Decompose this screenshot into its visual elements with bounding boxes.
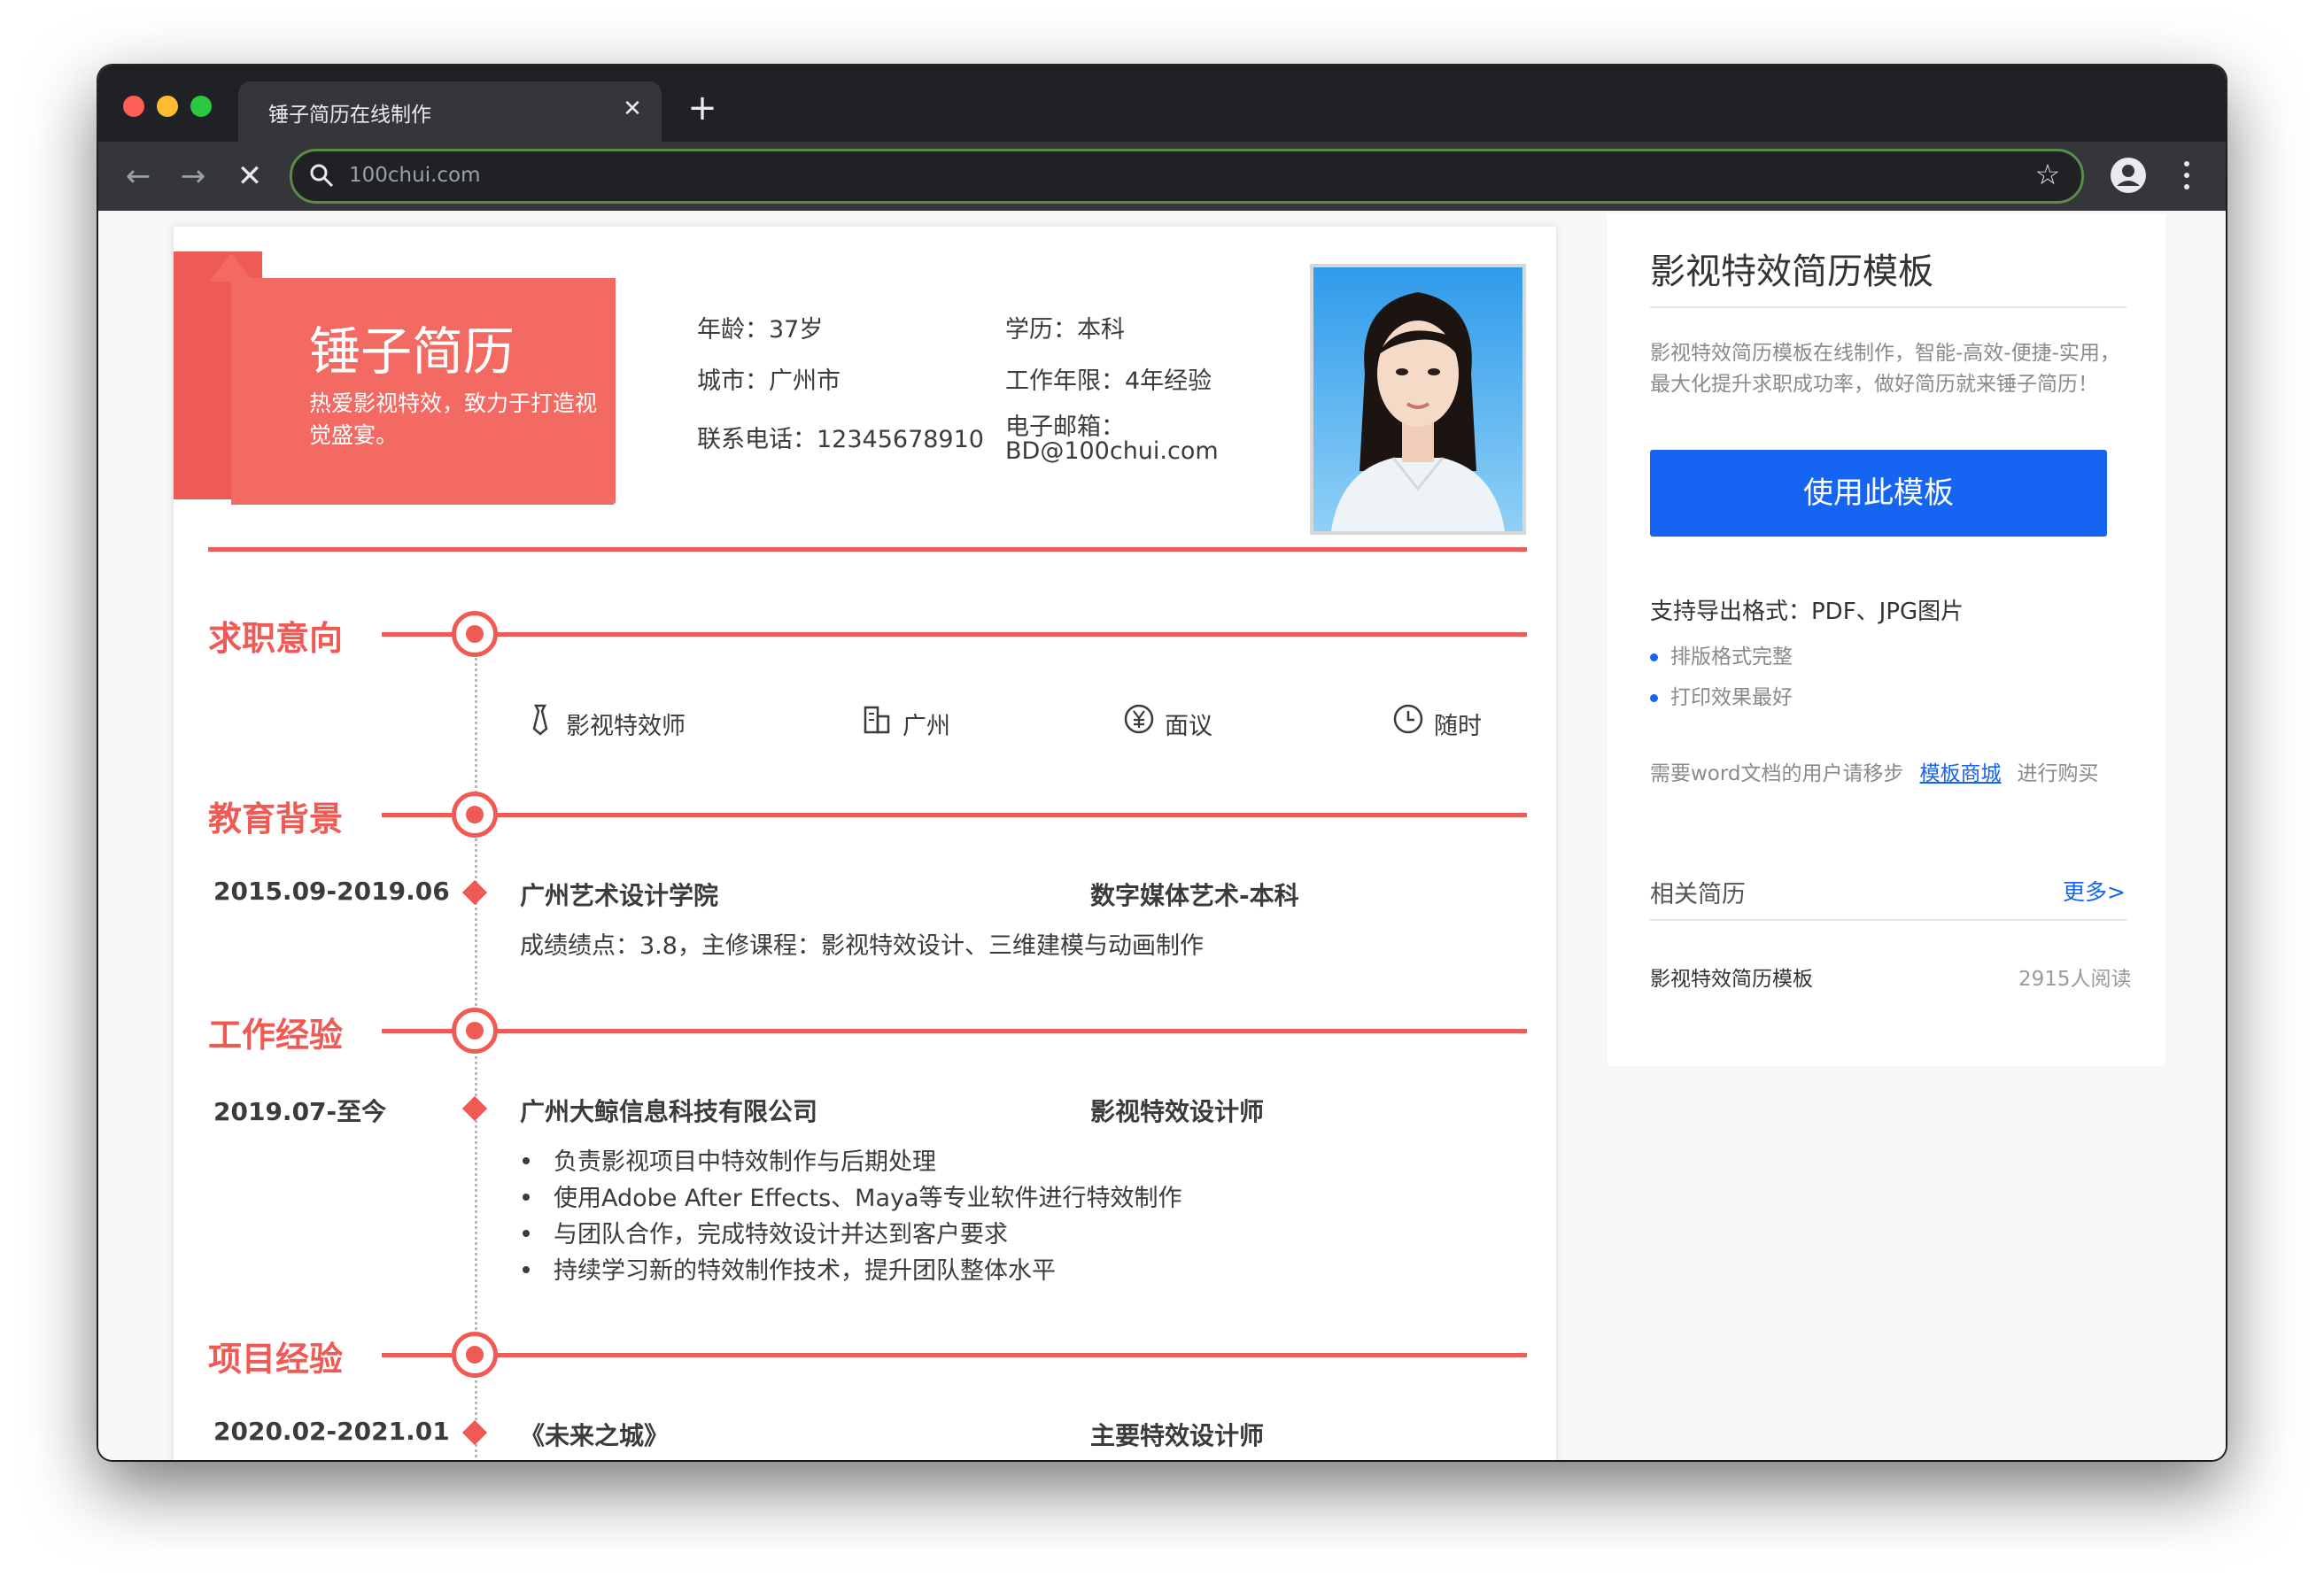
browser-window: 锤子简历在线制作 ✕ + ← → ✕ 100chui.com ☆ 锤子简历 热爱… [98, 66, 2226, 1460]
more-link[interactable]: 更多> [2063, 875, 2126, 907]
resume-name: 锤子简历 [309, 321, 515, 382]
education-major: 数字媒体艺术-本科 [1090, 881, 1299, 910]
project-date: 2020.02-2021.01 [213, 1417, 450, 1446]
related-resumes-heading: 相关简历 [1650, 881, 1746, 908]
education-date: 2015.09-2019.06 [213, 877, 450, 906]
sidebar-description: 影视特效简历模板在线制作，智能-高效-便捷-实用，最大化提升求职成功率，做好简历… [1650, 342, 2120, 396]
sidebar-divider [1650, 306, 2126, 308]
header-divider [208, 547, 1527, 552]
bullet-dot [520, 1264, 532, 1276]
word-note: 需要word文档的用户请移步 模板商城 进行购买 [1650, 756, 2099, 786]
stop-loading-button[interactable]: ✕ [229, 156, 270, 197]
back-button[interactable]: ← [118, 156, 159, 197]
tab-close-icon[interactable]: ✕ [617, 94, 647, 124]
section-marker-project [452, 1332, 498, 1378]
project-name: 《未来之城》 [520, 1421, 670, 1450]
work-bullet: 使用Adobe After Effects、Maya等专业软件进行特效制作 [554, 1185, 1182, 1212]
section-title-project: 项目经验 [208, 1340, 344, 1379]
profile-photo [1310, 264, 1526, 535]
maximize-window-button[interactable] [190, 96, 212, 117]
section-line-intent [382, 632, 1527, 637]
browser-tab[interactable]: 锤子简历在线制作 ✕ [238, 81, 662, 143]
profile-avatar-icon[interactable] [2109, 156, 2148, 195]
feature-label: 打印效果最好 [1670, 686, 1793, 709]
section-line-project [382, 1353, 1527, 1357]
tab-title: 锤子简历在线制作 [268, 104, 431, 127]
bullet-dot [520, 1155, 532, 1167]
info-phone: 联系电话：12345678910 [697, 426, 984, 453]
section-title-intent: 求职意向 [208, 619, 344, 658]
clock-icon [1393, 704, 1423, 734]
section-marker-work [452, 1008, 498, 1054]
project-role: 主要特效设计师 [1090, 1421, 1265, 1450]
template-store-link[interactable]: 模板商城 [1920, 762, 2002, 785]
section-title-education: 教育背景 [208, 800, 344, 839]
menu-kebab-icon[interactable] [2178, 154, 2196, 197]
section-title-work: 工作经验 [208, 1016, 344, 1055]
work-date: 2019.07-至今 [213, 1097, 387, 1126]
minimize-window-button[interactable] [157, 96, 178, 117]
section-line-education [382, 813, 1527, 817]
bookmark-star-icon[interactable]: ☆ [2032, 158, 2064, 190]
search-icon [310, 164, 334, 188]
work-bullet: 持续学习新的特效制作技术，提升团队整体水平 [554, 1257, 1056, 1285]
education-school: 广州艺术设计学院 [520, 881, 719, 910]
note-text: 需要word文档的用户请移步 [1650, 762, 1904, 785]
feature-item: 排版格式完整 [1650, 639, 1793, 669]
yen-icon [1124, 704, 1154, 734]
forward-button[interactable]: → [173, 156, 213, 197]
section-line-work [382, 1029, 1527, 1033]
intent-city: 广州 [902, 713, 950, 740]
intent-salary: 面议 [1165, 713, 1212, 740]
close-window-button[interactable] [123, 96, 144, 117]
sidebar-title: 影视特效简历模板 [1650, 251, 1933, 292]
work-company: 广州大鲸信息科技有限公司 [520, 1097, 818, 1126]
info-city: 城市：广州市 [697, 367, 841, 395]
title-bar: 锤子简历在线制作 ✕ + [98, 66, 2226, 143]
browser-toolbar: ← → ✕ 100chui.com ☆ [98, 142, 2226, 211]
address-bar[interactable]: 100chui.com ☆ [290, 149, 2084, 204]
info-education: 学历：本科 [1005, 316, 1125, 344]
section-marker-education [452, 792, 498, 838]
section-marker-intent [452, 611, 498, 657]
bullet-dot [520, 1227, 532, 1240]
building-icon [864, 706, 890, 734]
feature-item: 打印效果最好 [1650, 680, 1793, 710]
intent-position: 影视特效师 [566, 713, 686, 740]
work-role: 影视特效设计师 [1090, 1097, 1265, 1126]
education-detail: 成绩绩点：3.8，主修课程：影视特效设计、三维建模与动画制作 [520, 932, 1204, 960]
bullet-dot [1650, 653, 1658, 661]
use-template-button[interactable]: 使用此模板 [1650, 450, 2107, 537]
page-content: 锤子简历 热爱影视特效，致力于打造视觉盛宴。 年龄：37岁 学历：本科 城市：广… [98, 211, 2226, 1460]
tie-icon [532, 704, 548, 736]
info-email: BD@100chui.com [1005, 437, 1219, 465]
feature-label: 排版格式完整 [1670, 645, 1793, 668]
note-text-after: 进行购买 [2017, 762, 2099, 785]
new-tab-button[interactable]: + [683, 89, 722, 128]
info-age: 年龄：37岁 [697, 316, 824, 344]
bullet-dot [1650, 694, 1658, 702]
related-resume-link[interactable]: 影视特效简历模板 [1650, 962, 1813, 992]
info-years: 工作年限：4年经验 [1005, 367, 1212, 395]
work-bullet: 与团队合作，完成特效设计并达到客户要求 [554, 1221, 1008, 1248]
bullet-dot [520, 1191, 532, 1203]
related-resume-reads: 2915人阅读 [2018, 968, 2132, 991]
url-text: 100chui.com [349, 164, 481, 187]
sidebar-divider [1650, 919, 2126, 921]
export-formats: 支持导出格式：PDF、JPG图片 [1650, 599, 1964, 625]
resume-motto: 热爱影视特效，致力于打造视觉盛宴。 [309, 390, 598, 448]
work-bullet: 负责影视项目中特效制作与后期处理 [554, 1148, 936, 1176]
intent-availability: 随时 [1434, 713, 1482, 740]
